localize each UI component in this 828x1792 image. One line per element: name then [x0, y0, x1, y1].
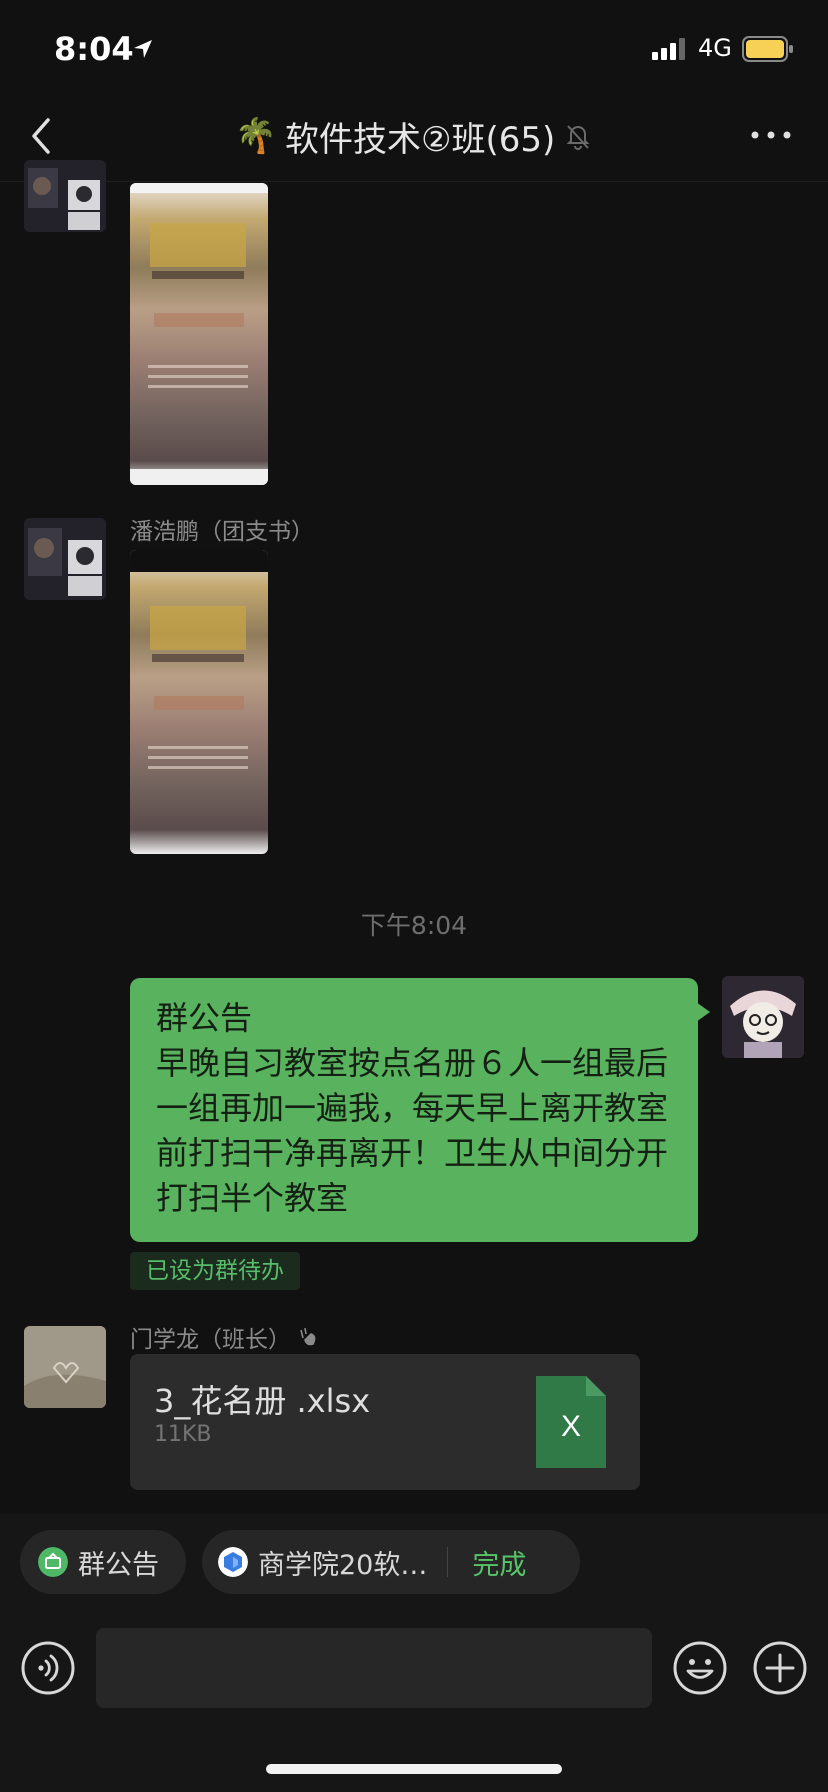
chip-divider: [447, 1547, 449, 1577]
todo-tag[interactable]: 已设为群待办: [130, 1252, 300, 1290]
more-icon[interactable]: [748, 118, 794, 152]
avatar-image: [722, 976, 804, 1058]
chat-title: 🌴 软件技术②班(65): [0, 90, 828, 182]
done-button[interactable]: 完成: [472, 1543, 526, 1582]
nav-bar: 🌴 软件技术②班(65): [0, 90, 828, 182]
announcement-body: 早晚自习教室按点名册６人一组最后一组再加一遍我，每天早上离开教室前打扫干净再离开…: [156, 1044, 669, 1217]
message-input[interactable]: [96, 1628, 652, 1708]
avatar-image: [24, 518, 106, 600]
sender-name: 门学龙（班长）: [130, 1320, 319, 1354]
excel-icon-letter: X: [560, 1410, 581, 1443]
announcement-icon: [38, 1547, 68, 1577]
chat-title-text: 软件技术②班(65): [285, 119, 556, 160]
mini-app-chip-label: 商学院20软…: [258, 1549, 428, 1581]
cellular-signal-icon: [652, 38, 685, 60]
file-name: 3_花名册 .xlsx: [154, 1382, 371, 1420]
announcement-chip-label: 群公告: [78, 1549, 159, 1581]
network-type: 4G: [698, 34, 732, 62]
excel-file-icon: X: [536, 1376, 606, 1468]
sender-name: 潘浩鹏（团支书）: [130, 519, 314, 545]
avatar[interactable]: [24, 1326, 106, 1408]
avatar[interactable]: [24, 518, 106, 600]
mini-app-icon: [218, 1547, 248, 1577]
time-separator: 下午8:04: [360, 911, 468, 940]
announcement-bubble[interactable]: 群公告 早晚自习教室按点名册６人一组最后一组再加一遍我，每天早上离开教室前打扫干…: [130, 978, 710, 1242]
plus-icon[interactable]: [752, 1640, 808, 1696]
file-message[interactable]: 3_花名册 .xlsx 11KB X: [130, 1354, 640, 1490]
poster-graphic: [130, 183, 268, 485]
sender-name-text: 门学龙（班长）: [130, 1327, 291, 1353]
announcement-title: 群公告: [156, 999, 253, 1037]
palm-tree-emoji: 🌴: [234, 116, 278, 156]
emoji-icon[interactable]: [672, 1640, 728, 1696]
sender-badge-icon: [300, 1327, 316, 1346]
battery-icon: [742, 36, 793, 62]
status-time: 8:04: [54, 30, 134, 68]
poster-image[interactable]: [130, 183, 268, 485]
avatar-image: [24, 1326, 106, 1408]
mute-bell-icon: [566, 125, 590, 150]
poster-graphic: [130, 550, 268, 769]
avatar-image: [24, 160, 106, 232]
avatar[interactable]: [24, 160, 106, 232]
home-indicator[interactable]: [266, 1764, 562, 1774]
my-avatar[interactable]: [722, 976, 804, 1058]
file-size: 11KB: [154, 1422, 212, 1447]
bubble-tail: [696, 1002, 710, 1022]
location-arrow-icon: [134, 40, 152, 58]
announcement-chip[interactable]: 群公告: [20, 1530, 186, 1594]
poster-image[interactable]: [130, 550, 268, 854]
voice-input-icon[interactable]: [20, 1640, 76, 1696]
mini-app-chip[interactable]: 商学院20软… 完成: [202, 1530, 580, 1594]
